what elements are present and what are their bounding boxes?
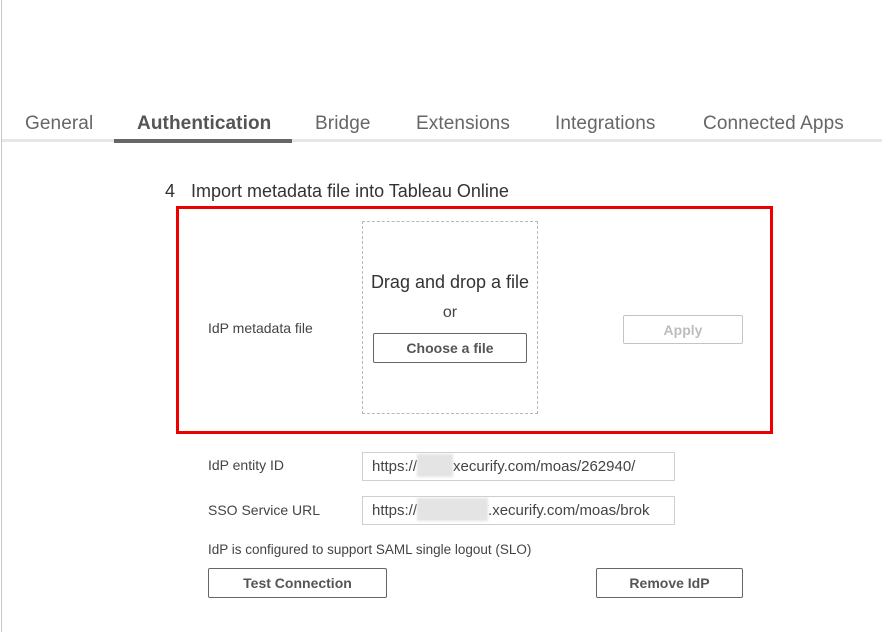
remove-idp-button[interactable]: Remove IdP <box>596 568 743 598</box>
choose-file-button[interactable]: Choose a file <box>373 333 527 363</box>
step-title: Import metadata file into Tableau Online <box>191 181 509 201</box>
entity-id-suffix: xecurify.com/moas/262940/ <box>453 458 636 475</box>
step-heading: 4 Import metadata file into Tableau Onlin… <box>165 181 509 202</box>
sso-service-url-label: SSO Service URL <box>208 502 321 518</box>
idp-metadata-label: IdP metadata file <box>208 320 313 336</box>
tab-extensions[interactable]: Extensions <box>416 113 510 135</box>
file-dropzone[interactable]: Drag and drop a file or <box>362 221 538 414</box>
idp-entity-id-label: IdP entity ID <box>208 457 285 473</box>
test-connection-button[interactable]: Test Connection <box>208 568 387 598</box>
dropzone-or: or <box>442 304 458 321</box>
tab-authentication[interactable]: Authentication <box>137 113 271 135</box>
sso-url-suffix: .xecurify.com/moas/brok <box>488 502 650 519</box>
tab-general[interactable]: General <box>25 113 93 135</box>
sso-url-prefix: https:// <box>372 502 418 519</box>
step-number: 4 <box>165 181 176 201</box>
entity-id-prefix: https:// <box>372 458 418 475</box>
redacted-region <box>417 498 489 522</box>
tab-connected-apps[interactable]: Connected Apps <box>703 113 844 135</box>
redacted-region <box>417 454 454 478</box>
active-tab-indicator <box>114 139 292 143</box>
dropzone-title: Drag and drop a file <box>370 272 530 292</box>
sso-service-url-field[interactable]: https:// .xecurify.com/moas/brok <box>362 496 675 525</box>
tab-integrations[interactable]: Integrations <box>555 113 656 135</box>
tab-bridge[interactable]: Bridge <box>315 113 371 135</box>
idp-entity-id-field[interactable]: https:// xecurify.com/moas/262940/ <box>362 452 675 481</box>
apply-button[interactable]: Apply <box>623 315 743 344</box>
slo-note: IdP is configured to support SAML single… <box>208 542 532 557</box>
page-left-border <box>1 0 2 632</box>
